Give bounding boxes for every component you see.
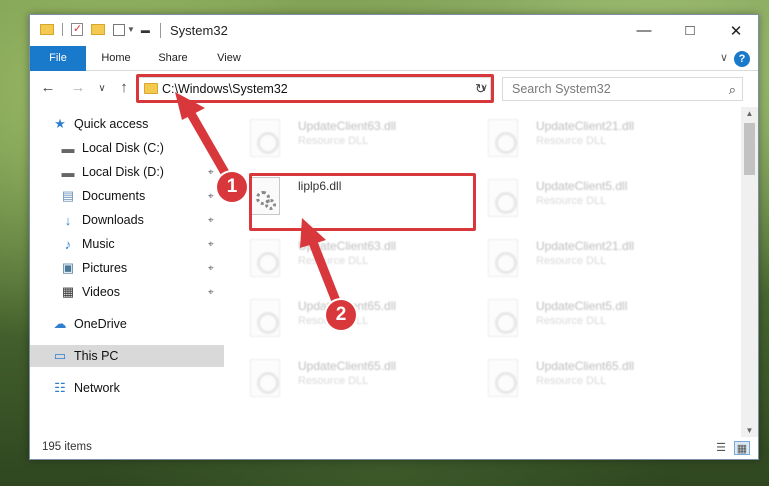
- step-1-badge: 1: [217, 172, 247, 202]
- step-2-badge: 2: [326, 300, 356, 330]
- arrow-2-shaft: [307, 235, 343, 311]
- arrow-1-head: [175, 92, 205, 120]
- arrow-1-shaft: [185, 107, 233, 183]
- annotation-arrows: [175, 92, 343, 311]
- arrow-2-head: [300, 218, 326, 248]
